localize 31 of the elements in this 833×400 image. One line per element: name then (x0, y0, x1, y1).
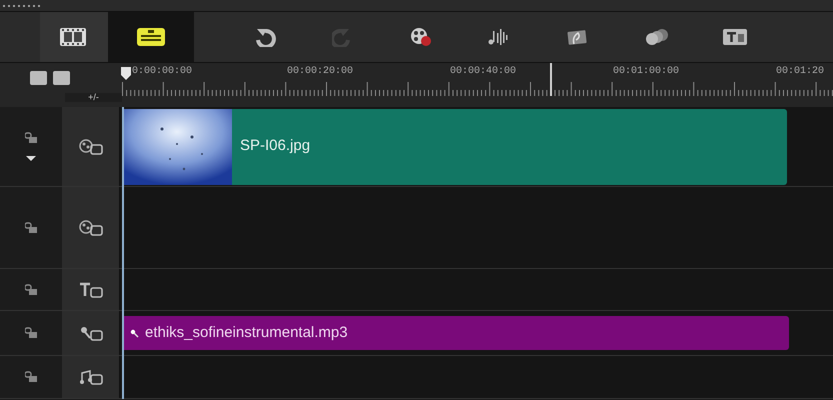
lock-icon (25, 132, 37, 144)
lock-icon (25, 371, 37, 383)
playhead-handle[interactable] (120, 66, 132, 81)
filmstrip-icon (59, 27, 89, 47)
film-reel-track-icon (78, 138, 104, 156)
title-track-icon (78, 280, 104, 298)
lock-icon (25, 284, 37, 296)
microphone-icon (130, 328, 139, 338)
expand-triangle-icon (26, 156, 36, 161)
timeline-icon (136, 27, 166, 47)
time-label: 00:01:20 (776, 66, 824, 78)
lock-icon (25, 222, 37, 234)
clip-label: SP-I06.jpg (240, 136, 310, 156)
view-tab[interactable] (40, 12, 108, 62)
zoom-control[interactable]: +/- (65, 93, 122, 102)
track-manager-button[interactable] (30, 71, 47, 85)
title-text-icon (722, 27, 748, 47)
video-clip[interactable]: SP-I06.jpg (122, 108, 787, 184)
grip-handle-icon (3, 4, 41, 6)
time-label: 00:00:40:00 (450, 66, 516, 78)
view-tab[interactable] (108, 12, 194, 62)
time-label: 00:00:20:00 (287, 66, 354, 78)
overlapping-circles-icon (644, 27, 670, 47)
clip-label: ethiks_sofineinstrumental.mp3 (145, 322, 348, 343)
audio-clip[interactable]: ethiks_sofineinstrumental.mp3 (122, 316, 789, 350)
current-time-marker[interactable] (550, 63, 552, 96)
music-track-icon (78, 368, 104, 386)
film-reel-track-icon (78, 218, 104, 236)
lock-icon (25, 327, 37, 339)
time-label: 0:00:00:00 (132, 66, 192, 78)
time-label: 00:01:00:00 (613, 66, 680, 78)
